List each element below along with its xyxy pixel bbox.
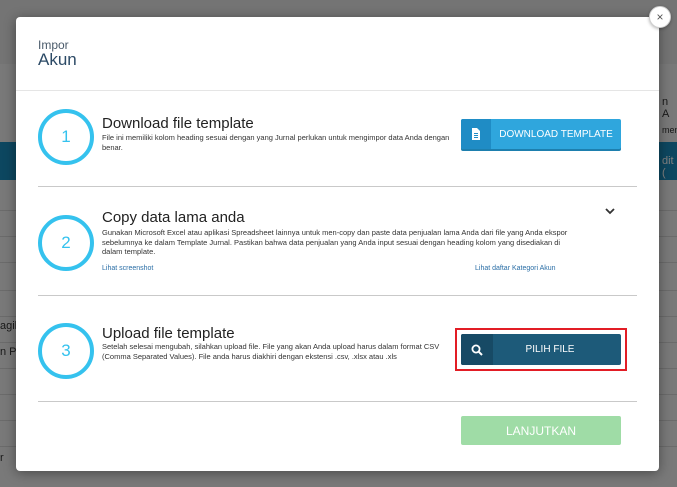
- lihat-screenshot-link[interactable]: Lihat screenshot: [102, 265, 153, 272]
- pilih-file-label: PILIH FILE: [525, 344, 575, 355]
- lihat-kategori-akun-link[interactable]: Lihat daftar Kategori Akun: [475, 265, 556, 272]
- divider: [38, 295, 637, 296]
- search-icon: [461, 334, 493, 365]
- download-template-button[interactable]: DOWNLOAD TEMPLATE: [461, 119, 621, 149]
- step-1-circle: 1: [38, 109, 94, 165]
- step-3-title: Upload file template: [102, 325, 235, 342]
- chevron-down-icon[interactable]: [605, 207, 615, 218]
- import-modal: Impor Akun 1 Download file template File…: [16, 17, 659, 471]
- modal-title: Akun: [38, 50, 77, 69]
- lanjutkan-button[interactable]: LANJUTKAN: [461, 416, 621, 445]
- download-template-label: DOWNLOAD TEMPLATE: [499, 128, 613, 140]
- step-1-title: Download file template: [102, 115, 254, 132]
- pilih-file-button[interactable]: PILIH FILE: [461, 334, 621, 365]
- step-1-description: File ini memiliki kolom heading sesuai d…: [102, 133, 450, 152]
- file-icon: [461, 119, 491, 149]
- divider: [38, 401, 637, 402]
- step-2-description: Gunakan Microsoft Excel atau aplikasi Sp…: [102, 228, 568, 256]
- divider: [38, 186, 637, 187]
- modal-header: Impor Akun: [16, 17, 659, 91]
- step-2-circle: 2: [38, 215, 94, 271]
- step-3-description: Setelah selesai mengubah, silahkan uploa…: [102, 342, 440, 361]
- close-icon[interactable]: ×: [649, 6, 671, 28]
- step-3-circle: 3: [38, 323, 94, 379]
- step-2-title: Copy data lama anda: [102, 209, 245, 226]
